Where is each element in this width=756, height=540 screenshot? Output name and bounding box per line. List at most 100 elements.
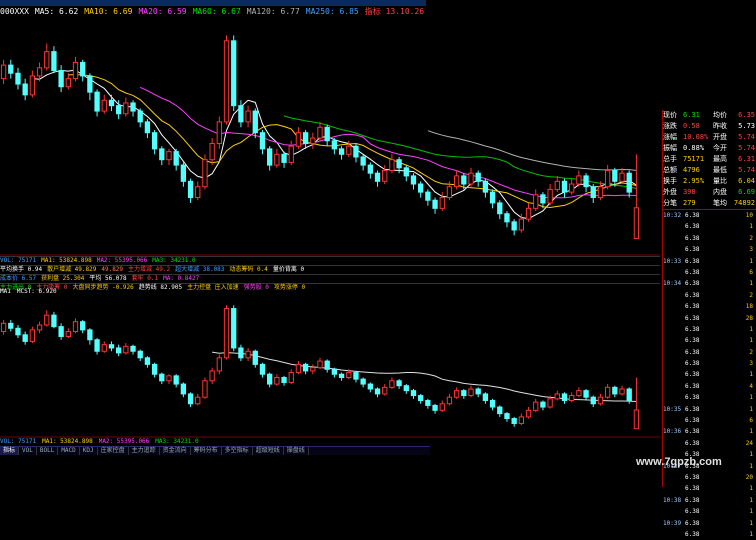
candle-body bbox=[461, 390, 467, 397]
candle-body bbox=[504, 413, 510, 420]
tick-row: 10:38 6.38 1 bbox=[663, 495, 756, 506]
candle-body bbox=[497, 406, 503, 415]
candle-body bbox=[267, 373, 273, 385]
volume-legend-item: MA2: 55395.066 bbox=[98, 438, 150, 445]
cost-legend-item: MA1 bbox=[0, 288, 11, 295]
indicator-tab[interactable]: 庄家控盘 bbox=[98, 447, 129, 455]
quote-label: 换手 bbox=[663, 177, 677, 185]
tick-volume: 1 bbox=[749, 485, 753, 493]
candle-body bbox=[619, 388, 625, 395]
candle-body bbox=[115, 105, 122, 115]
tick-time: 10:36 bbox=[663, 428, 682, 436]
candle-body bbox=[166, 151, 172, 161]
candle-body bbox=[338, 148, 345, 155]
ma-legend-item: MA60: 6.67 bbox=[192, 7, 241, 16]
candle-body bbox=[72, 321, 79, 333]
tick-time bbox=[663, 358, 685, 369]
candle-body bbox=[482, 180, 489, 193]
lower-candlestick-chart[interactable] bbox=[0, 296, 660, 438]
candle-body bbox=[65, 78, 71, 88]
candle-body bbox=[15, 327, 21, 336]
indicator-tab[interactable]: BOLL bbox=[37, 447, 59, 455]
tick-price: 6.38 bbox=[685, 280, 700, 288]
tick-row: 6.38 1 bbox=[663, 369, 756, 380]
candle-body bbox=[288, 372, 294, 383]
candle-body bbox=[180, 164, 187, 182]
tick-row: 6.38 4 bbox=[663, 381, 756, 392]
tick-time bbox=[663, 313, 685, 324]
quote-label: 总额 bbox=[663, 166, 677, 174]
candle-body bbox=[439, 197, 445, 209]
candle-body bbox=[468, 388, 474, 397]
candle-body bbox=[159, 148, 165, 161]
indicator-tab[interactable]: VOL bbox=[19, 447, 37, 455]
candle-body bbox=[202, 159, 208, 188]
tick-time bbox=[663, 529, 685, 540]
indicator-row: 成本价 6.57 获利盘 25.304 平均 56.078 套牢 0.1 MA: 0.8… bbox=[0, 274, 660, 283]
tick-price: 6.38 bbox=[685, 485, 700, 493]
indicator-tab[interactable]: 筹码分布 bbox=[191, 447, 222, 455]
tick-price: 6.38 bbox=[685, 519, 700, 527]
candle-body bbox=[65, 331, 71, 337]
candle-body bbox=[511, 418, 517, 424]
candle-body bbox=[360, 156, 366, 166]
tick-price: 6.38 bbox=[685, 382, 700, 390]
tick-price: 6.38 bbox=[685, 417, 700, 425]
tick-price: 6.38 bbox=[685, 428, 700, 436]
quote-value: 279 bbox=[683, 199, 696, 207]
candle-body bbox=[29, 329, 36, 342]
candle-body bbox=[382, 170, 388, 182]
indicator-value: 超大增减 38.083 bbox=[175, 266, 225, 273]
tick-row: 6.38 1 bbox=[663, 324, 756, 335]
tick-volume: 6 bbox=[749, 268, 753, 276]
tick-time bbox=[663, 472, 685, 483]
indicator-value: 49.829 bbox=[101, 266, 124, 273]
candle-body bbox=[626, 172, 632, 193]
quote-value: 2.95% bbox=[683, 177, 705, 185]
volume-legend: VOL: 75171 MA1: 53824.898 MA2: 55395.066 MA… bbox=[0, 438, 205, 446]
tick-volume: 1 bbox=[749, 223, 753, 231]
tick-volume: 1 bbox=[749, 530, 753, 538]
candle-body bbox=[482, 393, 489, 401]
indicator-tab[interactable]: MACD bbox=[58, 447, 80, 455]
candle-body bbox=[223, 40, 230, 123]
indicator-value: 获利盘 25.304 bbox=[41, 275, 85, 282]
quote-row: 现价 6.31 均价 6.35 bbox=[663, 110, 756, 121]
indicator-row: 平均换手 0.94 散户增减 49.829 49.829 主力增减 49.2 超大增减 … bbox=[0, 265, 660, 274]
tick-time: 10:35 bbox=[663, 405, 682, 413]
candle-body bbox=[403, 167, 409, 177]
indicator-value: MA: 0.8427 bbox=[163, 275, 200, 282]
indicator-tab[interactable]: 操盘线 bbox=[284, 447, 309, 455]
candle-body bbox=[22, 83, 28, 96]
candle-body bbox=[425, 191, 431, 201]
tick-time bbox=[663, 415, 685, 426]
quote-label: 现价 bbox=[663, 111, 677, 119]
quote-row: 振幅 0.88% 今开 5.74 bbox=[663, 143, 756, 154]
indicator-value: 成本价 6.57 bbox=[0, 275, 37, 282]
indicator-tab[interactable]: 主力追踪 bbox=[129, 447, 160, 455]
indicator-value: MA2: 55395.066 bbox=[96, 257, 148, 264]
indicator-tab[interactable]: 资金流向 bbox=[160, 447, 191, 455]
indicator-tab[interactable]: 多空指标 bbox=[222, 447, 253, 455]
tick-price: 6.38 bbox=[685, 337, 700, 345]
indicator-tab[interactable]: 超级短线 bbox=[253, 447, 284, 455]
tick-time: 10:33 bbox=[663, 257, 682, 265]
tick-row: 6.38 3 bbox=[663, 358, 756, 369]
candle-body bbox=[569, 183, 575, 193]
candle-body bbox=[51, 314, 57, 328]
candle-body bbox=[432, 199, 438, 209]
quote-value: 0.88% bbox=[683, 144, 705, 152]
indicator-tab[interactable]: KDJ bbox=[80, 447, 98, 455]
indicator-value: VOL: 75171 bbox=[0, 257, 37, 264]
tick-price: 6.38 bbox=[685, 325, 700, 333]
candle-body bbox=[108, 99, 115, 107]
tick-time bbox=[663, 392, 685, 403]
tick-price: 6.38 bbox=[685, 348, 700, 356]
tick-volume: 3 bbox=[749, 246, 753, 254]
indicator-tab[interactable]: 指标 bbox=[0, 447, 20, 455]
quote-value: 6.31 bbox=[738, 155, 755, 163]
tick-row: 6.38 18 bbox=[663, 301, 756, 312]
candlestick-chart[interactable] bbox=[0, 18, 660, 256]
indicator-value: 动态筹码 0.4 bbox=[229, 266, 268, 273]
candle-body bbox=[94, 91, 100, 112]
